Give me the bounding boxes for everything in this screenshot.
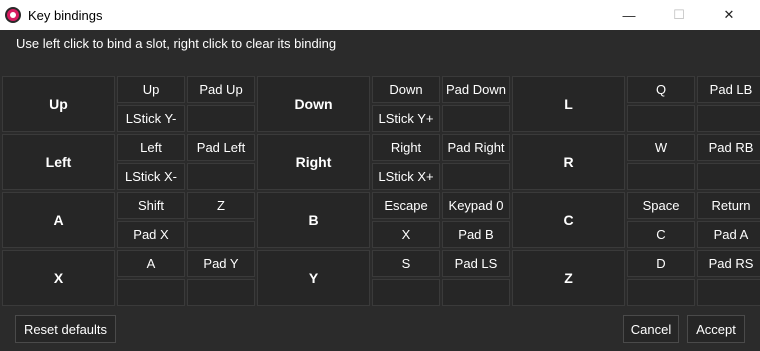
accept-button[interactable]: Accept: [687, 315, 745, 343]
binding-slot[interactable]: [442, 279, 510, 306]
binding-slot[interactable]: [627, 163, 695, 190]
action-label: B: [257, 192, 370, 248]
binding-slot[interactable]: Pad Down: [442, 76, 510, 103]
binding-slot[interactable]: Z: [187, 192, 255, 219]
binding-slot[interactable]: LStick Y+: [372, 105, 440, 132]
binding-slot[interactable]: [627, 279, 695, 306]
instructions-text: Use left click to bind a slot, right cli…: [16, 36, 337, 51]
binding-slot[interactable]: Up: [117, 76, 185, 103]
reset-defaults-button[interactable]: Reset defaults: [15, 315, 116, 343]
action-label: Right: [257, 134, 370, 190]
app-icon: [5, 7, 21, 23]
binding-slot[interactable]: Right: [372, 134, 440, 161]
binding-slot[interactable]: W: [627, 134, 695, 161]
binding-slot[interactable]: [187, 279, 255, 306]
binding-slot[interactable]: Pad Left: [187, 134, 255, 161]
binding-slot[interactable]: [627, 105, 695, 132]
action-label: Z: [512, 250, 625, 306]
bindings-grid: Up Up Pad Up LStick Y- Down Down Pad Down LStic…: [2, 76, 760, 306]
maximize-button[interactable]: ☐: [656, 0, 702, 30]
action-label: Up: [2, 76, 115, 132]
window-title: Key bindings: [28, 8, 103, 23]
binding-slot[interactable]: Return: [697, 192, 760, 219]
binding-slot[interactable]: Down: [372, 76, 440, 103]
action-label: R: [512, 134, 625, 190]
action-label: X: [2, 250, 115, 306]
binding-slot[interactable]: [697, 163, 760, 190]
title-bar: Key bindings — ☐ ✕: [0, 0, 760, 30]
binding-slot[interactable]: Pad RS: [697, 250, 760, 277]
binding-slot[interactable]: Keypad 0: [442, 192, 510, 219]
binding-slot[interactable]: Pad LS: [442, 250, 510, 277]
binding-slot[interactable]: D: [627, 250, 695, 277]
binding-slot[interactable]: Left: [117, 134, 185, 161]
binding-slot[interactable]: Q: [627, 76, 695, 103]
binding-slot[interactable]: Pad LB: [697, 76, 760, 103]
action-label: C: [512, 192, 625, 248]
action-label: L: [512, 76, 625, 132]
binding-slot[interactable]: Pad RB: [697, 134, 760, 161]
binding-slot[interactable]: Shift: [117, 192, 185, 219]
close-button[interactable]: ✕: [706, 0, 752, 30]
minimize-button[interactable]: —: [606, 0, 652, 30]
binding-slot[interactable]: A: [117, 250, 185, 277]
binding-slot[interactable]: LStick Y-: [117, 105, 185, 132]
binding-slot[interactable]: [697, 105, 760, 132]
binding-slot[interactable]: Pad B: [442, 221, 510, 248]
binding-slot[interactable]: [372, 279, 440, 306]
binding-slot[interactable]: [697, 279, 760, 306]
binding-slot[interactable]: LStick X+: [372, 163, 440, 190]
binding-slot[interactable]: [442, 105, 510, 132]
binding-slot[interactable]: [187, 163, 255, 190]
action-label: Y: [257, 250, 370, 306]
binding-slot[interactable]: S: [372, 250, 440, 277]
binding-slot[interactable]: [442, 163, 510, 190]
binding-slot[interactable]: Pad Y: [187, 250, 255, 277]
binding-slot[interactable]: Pad Right: [442, 134, 510, 161]
binding-slot[interactable]: LStick X-: [117, 163, 185, 190]
binding-slot[interactable]: [187, 221, 255, 248]
action-label: Down: [257, 76, 370, 132]
action-label: Left: [2, 134, 115, 190]
binding-slot[interactable]: [187, 105, 255, 132]
binding-slot[interactable]: Pad X: [117, 221, 185, 248]
cancel-button[interactable]: Cancel: [623, 315, 679, 343]
binding-slot[interactable]: Pad Up: [187, 76, 255, 103]
binding-slot[interactable]: Escape: [372, 192, 440, 219]
binding-slot[interactable]: Pad A: [697, 221, 760, 248]
binding-slot[interactable]: C: [627, 221, 695, 248]
binding-slot[interactable]: Space: [627, 192, 695, 219]
binding-slot[interactable]: [117, 279, 185, 306]
binding-slot[interactable]: X: [372, 221, 440, 248]
action-label: A: [2, 192, 115, 248]
